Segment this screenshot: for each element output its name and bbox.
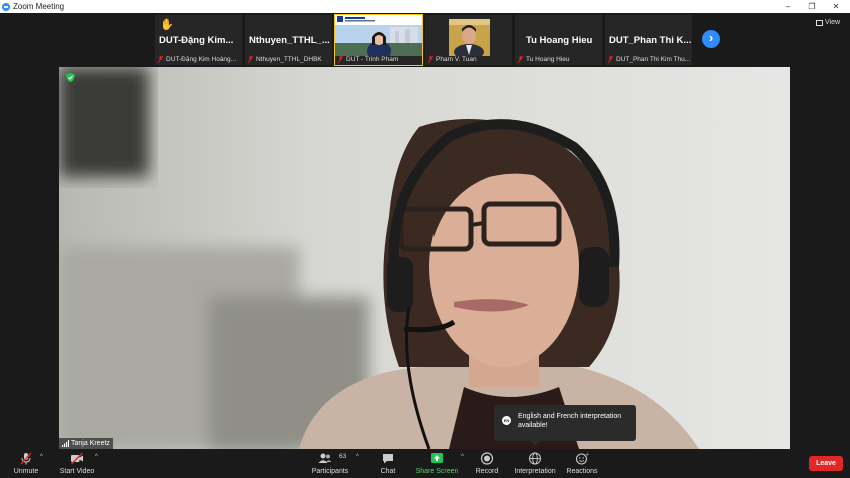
participant-tile[interactable]: Nthuyen_TTHL_... Nthuyen_TTHL_DHBK — [245, 15, 332, 65]
start-video-button[interactable]: Start Video — [58, 449, 96, 478]
close-window-button[interactable]: ✕ — [824, 0, 848, 13]
muted-mic-icon — [608, 56, 613, 63]
active-speaker-video — [59, 67, 790, 449]
muted-mic-icon — [158, 56, 163, 63]
participant-tile[interactable]: Pham V. Tuan — [425, 15, 512, 65]
participants-icon — [318, 453, 332, 463]
participant-name-label: DUT - Trinh Pham — [337, 55, 398, 64]
meeting-toolbar: Unmute ^ Start Video ^ Participants 63 ^… — [0, 449, 850, 478]
svg-text:+: + — [585, 452, 589, 458]
participant-big-name: Tu Hoang Hieu — [526, 35, 593, 46]
interpretation-globe-icon: EN — [502, 416, 511, 425]
video-off-icon — [71, 452, 83, 465]
participants-count: 63 — [339, 453, 347, 460]
record-icon — [480, 452, 494, 465]
globe-icon — [529, 452, 541, 465]
participant-big-name: DUT-Đặng Kim... — [159, 35, 234, 46]
share-options-caret[interactable]: ^ — [461, 454, 464, 460]
participant-strip: ✋ DUT-Đặng Kim... DUT-Đặng Kim Hoàng... … — [0, 13, 850, 67]
muted-mic-icon — [518, 56, 523, 63]
participants-options-caret[interactable]: ^ — [356, 454, 359, 460]
record-button[interactable]: Record — [472, 449, 502, 478]
next-page-button[interactable]: › — [702, 30, 720, 48]
video-options-caret[interactable]: ^ — [95, 454, 98, 460]
participant-big-name: DUT_Phan Thi K... — [609, 35, 692, 46]
muted-mic-icon — [20, 452, 32, 465]
view-button[interactable]: View — [816, 17, 840, 28]
window-titlebar: Zoom Meeting – ❐ ✕ — [0, 0, 850, 13]
unmute-button[interactable]: Unmute — [8, 449, 44, 478]
participant-video — [425, 15, 512, 56]
speaker-video-frame — [59, 67, 790, 449]
reactions-icon: + — [575, 452, 589, 465]
participant-video — [335, 15, 422, 56]
interpretation-button[interactable]: Interpretation — [511, 449, 559, 478]
participant-name-label: Nthuyen_TTHL_DHBK — [247, 55, 322, 64]
participant-tile[interactable]: ✋ DUT-Đặng Kim... DUT-Đặng Kim Hoàng... — [155, 15, 242, 65]
interpretation-toast[interactable]: EN English and French interpretation ava… — [494, 405, 636, 446]
share-screen-button[interactable]: Share Screen — [413, 449, 461, 478]
share-screen-icon — [431, 453, 443, 463]
raised-hand-icon: ✋ — [160, 19, 174, 31]
active-speaker-name: Tanja Kreetz — [59, 438, 113, 449]
zoom-app-icon — [2, 2, 10, 11]
participant-big-name: Nthuyen_TTHL_... — [249, 35, 330, 46]
chat-icon — [383, 454, 393, 464]
leave-button[interactable]: Leave — [809, 456, 843, 471]
toast-message: English and French interpretation availa… — [518, 413, 622, 429]
participant-name-label: DUT_Phan Thi Kim Thu... — [607, 55, 690, 64]
gallery-view-icon — [816, 19, 823, 26]
muted-mic-icon — [428, 56, 433, 63]
reactions-button[interactable]: + Reactions — [565, 449, 599, 478]
encryption-shield-icon[interactable] — [66, 73, 75, 82]
minimize-button[interactable]: – — [776, 0, 800, 13]
chat-button[interactable]: Chat — [374, 449, 402, 478]
signal-bars-icon — [62, 440, 69, 447]
muted-mic-icon — [248, 56, 253, 63]
participant-tile[interactable]: Tu Hoang Hieu Tu Hoang Hieu — [515, 15, 602, 65]
maximize-button[interactable]: ❐ — [800, 0, 824, 13]
window-title: Zoom Meeting — [13, 2, 65, 11]
participant-tile[interactable]: DUT_Phan Thi K... DUT_Phan Thi Kim Thu..… — [605, 15, 692, 65]
participant-name-label: Pham V. Tuan — [427, 55, 477, 64]
muted-mic-icon — [338, 56, 343, 63]
audio-options-caret[interactable]: ^ — [40, 454, 43, 460]
participant-name-label: DUT-Đặng Kim Hoàng... — [157, 55, 236, 64]
participant-name-label: Tu Hoang Hieu — [517, 55, 569, 64]
participant-tile-active[interactable]: DUT - Trinh Pham — [334, 14, 423, 66]
